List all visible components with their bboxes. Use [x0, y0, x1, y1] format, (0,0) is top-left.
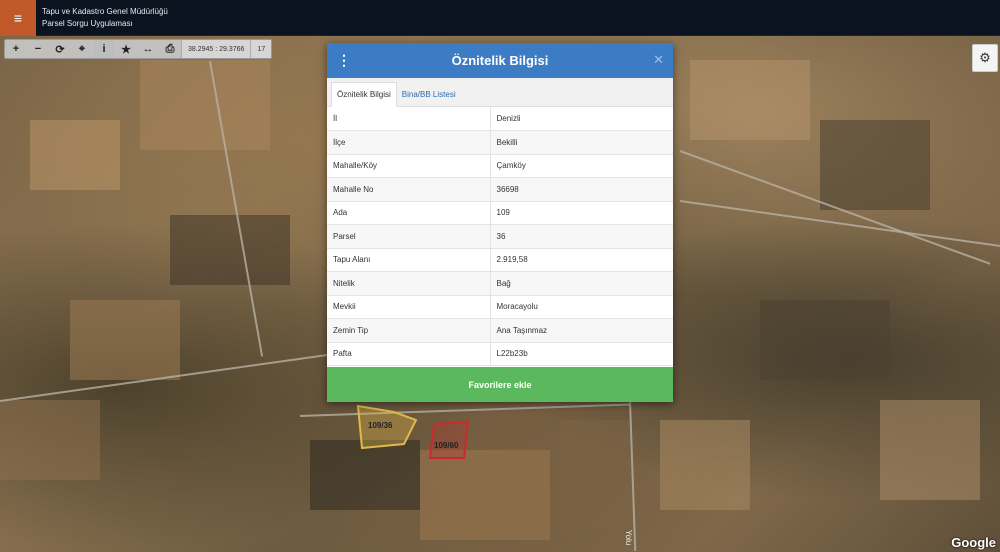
- map-field: [880, 400, 980, 500]
- table-row: Ada 109: [327, 201, 673, 225]
- dialog-title: Öznitelik Bilgisi: [451, 53, 549, 68]
- row-value: 109: [490, 201, 673, 225]
- row-key: Nitelik: [327, 271, 491, 296]
- row-value: L22b23b: [490, 342, 673, 366]
- dialog-tabs: Öznitelik Bilgisi Bina/BB Listesi: [327, 78, 673, 107]
- row-value: Denizli: [490, 107, 673, 131]
- row-key: Zemin Tip: [327, 318, 491, 343]
- title-line-2: Parsel Sorgu Uygulaması: [42, 19, 133, 28]
- row-value: 36698: [490, 177, 673, 202]
- app-header: ≡ Tapu ve Kadastro Genel Müdürlüğü Parse…: [0, 0, 1000, 36]
- row-value: Bağ: [490, 271, 673, 296]
- row-value: Bekilli: [490, 130, 673, 155]
- app-title: Tapu ve Kadastro Genel Müdürlüğü Parsel …: [42, 6, 168, 30]
- parcel-label: 109/36: [368, 421, 393, 430]
- measure-icon[interactable]: ↔: [137, 40, 159, 58]
- road-label: Yolu: [624, 530, 633, 546]
- row-value: 2.919,58: [490, 248, 673, 272]
- close-icon[interactable]: ✕: [653, 52, 664, 68]
- map-field: [170, 215, 290, 285]
- map-field: [140, 60, 270, 150]
- row-key: Parsel: [327, 224, 491, 249]
- locate-icon[interactable]: ⌖: [71, 40, 93, 58]
- map-field: [70, 300, 180, 380]
- zoom-level: 17: [250, 40, 272, 58]
- map-field: [0, 400, 100, 480]
- row-key: Pafta: [327, 342, 491, 366]
- table-row: İlçe Bekilli: [327, 130, 673, 155]
- row-key: Mahalle/Köy: [327, 154, 491, 178]
- menu-button[interactable]: ≡: [0, 0, 36, 36]
- table-row: Mevkii Moracayolu: [327, 295, 673, 319]
- add-to-favorites-button[interactable]: Favorilere ekle: [327, 367, 673, 402]
- row-key: Ada: [327, 201, 491, 225]
- star-icon[interactable]: ★: [115, 40, 137, 58]
- map-field: [760, 300, 890, 380]
- row-value: Çamköy: [490, 154, 673, 178]
- parcel-109-36[interactable]: 109/36: [354, 404, 420, 450]
- row-key: Mahalle No: [327, 177, 491, 202]
- map-road: [629, 400, 637, 551]
- table-row: Nitelik Bağ: [327, 271, 673, 296]
- table-row: İl Denizli: [327, 107, 673, 131]
- attribute-dialog: ⋮ Öznitelik Bilgisi ✕ Öznitelik Bilgisi …: [327, 43, 673, 402]
- row-value: Moracayolu: [490, 295, 673, 319]
- google-attribution: Google: [951, 535, 996, 550]
- refresh-icon[interactable]: ⟳: [49, 40, 71, 58]
- table-row: Mahalle No 36698: [327, 177, 673, 202]
- hamburger-icon: ≡: [13, 10, 23, 26]
- settings-button[interactable]: ⚙: [972, 44, 998, 72]
- table-row: Zemin Tip Ana Taşınmaz: [327, 318, 673, 343]
- map-toolbar: + − ⟳ ⌖ i ★ ↔ ⎙ 38.2945 : 29.3766 17: [4, 39, 273, 59]
- zoom-out-icon[interactable]: −: [27, 40, 49, 58]
- gear-icon: ⚙: [979, 50, 991, 65]
- row-value: 36: [490, 224, 673, 249]
- map-field: [690, 60, 810, 140]
- row-key: İl: [327, 107, 491, 131]
- row-key: İlçe: [327, 130, 491, 155]
- title-line-1: Tapu ve Kadastro Genel Müdürlüğü: [42, 7, 168, 16]
- table-row: Parsel 36: [327, 224, 673, 249]
- row-value: Ana Taşınmaz: [490, 318, 673, 343]
- table-row: Mahalle/Köy Çamköy: [327, 154, 673, 178]
- map-field: [820, 120, 930, 210]
- map-field: [660, 420, 750, 510]
- table-row: Pafta L22b23b: [327, 342, 673, 366]
- map-field: [420, 450, 550, 540]
- parcel-label: 109/60: [434, 441, 459, 450]
- map-field: [30, 120, 120, 190]
- map-field: [560, 420, 630, 530]
- zoom-in-icon[interactable]: +: [5, 40, 27, 58]
- table-row: Tapu Alanı 2.919,58: [327, 248, 673, 272]
- row-key: Mevkii: [327, 295, 491, 319]
- map-road: [299, 403, 630, 417]
- kebab-menu-icon[interactable]: ⋮: [337, 51, 351, 69]
- info-icon[interactable]: i: [93, 40, 115, 58]
- parcel-109-60[interactable]: 109/60: [428, 420, 472, 462]
- coordinate-readout: 38.2945 : 29.3766: [181, 40, 251, 58]
- print-icon[interactable]: ⎙: [159, 40, 181, 58]
- attribute-table: İl Denizli İlçe Bekilli Mahalle/Köy Çamköy …: [327, 107, 673, 366]
- tab-building-list[interactable]: Bina/BB Listesi: [397, 82, 461, 107]
- row-key: Tapu Alanı: [327, 248, 491, 272]
- map-field: [310, 440, 420, 510]
- tab-attributes[interactable]: Öznitelik Bilgisi: [331, 82, 397, 107]
- dialog-header: ⋮ Öznitelik Bilgisi ✕: [327, 43, 673, 78]
